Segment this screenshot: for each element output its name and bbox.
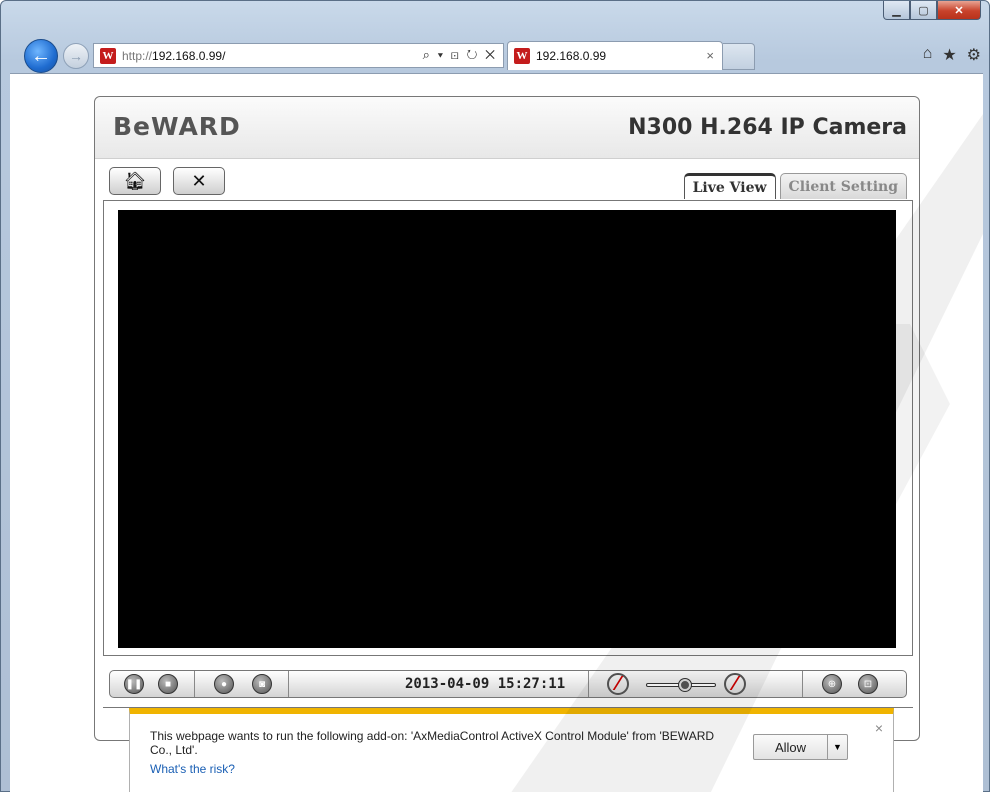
tab-client-setting[interactable]: Client Setting [779,173,907,199]
tab-close-icon[interactable]: × [706,48,714,63]
chevron-down-icon: ▼ [833,742,842,752]
microphone-muted-icon[interactable]: ⁄ [724,673,746,695]
tab-live-view[interactable]: Live View [683,173,776,199]
addon-notification-bar: This webpage wants to run the following … [129,708,894,792]
allow-button[interactable]: Allow [753,734,828,760]
maximize-button[interactable]: ▢ [910,1,937,20]
magnifier-icon: ⊕ [827,678,837,690]
back-arrow-icon: ← [31,44,51,67]
minimize-button[interactable]: ▁ [883,1,910,20]
tools-icon: ✕ [191,170,207,191]
stop-button[interactable]: ■ [158,674,178,694]
address-bar[interactable]: W http:// 192.168.0.99/ ⌕ ▾ ⊡ ↻ ✕ [93,43,504,68]
notification-message: This webpage wants to run the following … [150,729,715,757]
playback-control-bar: ❚❚ ■ ● ◙ 2013-04-09 15:27:11 ⁄ ⁄ ⊕ ⊡ [109,670,907,698]
allow-dropdown-button[interactable]: ▼ [828,734,848,760]
page-viewport: BeWARD N300 H.264 IP Camera 🏠︎ ✕ Live Vi… [10,73,983,792]
separator [802,671,803,697]
camera-header: BeWARD N300 H.264 IP Camera [95,97,919,159]
camera-frame: BeWARD N300 H.264 IP Camera 🏠︎ ✕ Live Vi… [94,96,920,741]
camera-model-title: N300 H.264 IP Camera [628,115,907,140]
brand-logo: BeWARD [113,112,241,141]
forward-arrow-icon: → [69,48,83,64]
back-button[interactable]: ← [24,39,58,73]
home-button[interactable]: 🏠︎ [109,167,161,195]
gear-icon[interactable]: ⚙ [967,45,981,65]
site-favicon-icon: W [100,47,116,64]
timestamp: 2013-04-09 15:27:11 [405,676,566,692]
forward-button[interactable]: → [63,43,89,69]
speaker-muted-icon[interactable]: ⁄ [607,673,629,695]
camera-icon: ◙ [258,678,266,690]
fullscreen-button[interactable]: ⊡ [858,674,878,694]
camera-tabs: Live View Client Setting [683,173,907,199]
browser-window: ▁ ▢ ✕ ← → W http:// 192.168.0.99/ ⌕ ▾ ⊡ … [0,0,990,792]
window-controls: ▁ ▢ ✕ [883,1,981,20]
video-panel [103,200,913,656]
house-icon: 🏠︎ [123,170,147,191]
browser-toolbar: ← → W http:// 192.168.0.99/ ⌕ ▾ ⊡ ↻ ✕ W … [1,31,990,73]
record-icon: ● [220,678,228,690]
volume-slider-knob[interactable] [678,679,691,691]
address-tools-icons[interactable]: ⌕ ▾ ⊡ ↻ ✕ [423,47,497,63]
browser-tab[interactable]: W 192.168.0.99 × [507,41,723,70]
pause-button[interactable]: ❚❚ [124,674,144,694]
settings-button[interactable]: ✕ [173,167,225,195]
url-prefix: http:// [122,48,153,63]
live-video[interactable] [118,210,896,648]
home-icon[interactable]: ⌂ [923,45,933,65]
record-button[interactable]: ● [214,674,234,694]
close-window-button[interactable]: ✕ [937,1,981,20]
tab-title: 192.168.0.99 [536,49,607,63]
tab-favicon-icon: W [514,48,530,64]
snapshot-button[interactable]: ◙ [252,674,272,694]
separator [194,671,195,697]
new-tab-button[interactable] [723,43,755,70]
whats-the-risk-link[interactable]: What's the risk? [150,762,235,776]
pause-icon: ❚❚ [125,678,143,690]
zoom-button[interactable]: ⊕ [822,674,842,694]
notification-close-icon[interactable]: × [875,720,883,736]
url-host: 192.168.0.99/ [152,48,226,63]
star-icon[interactable]: ★ [942,45,956,65]
separator [288,671,289,697]
fullscreen-icon: ⊡ [863,678,873,690]
allow-button-group: Allow ▼ [753,734,848,760]
separator [588,671,589,697]
stop-icon: ■ [164,678,172,690]
browser-right-icons: ⌂ ★ ⚙ [923,45,981,65]
